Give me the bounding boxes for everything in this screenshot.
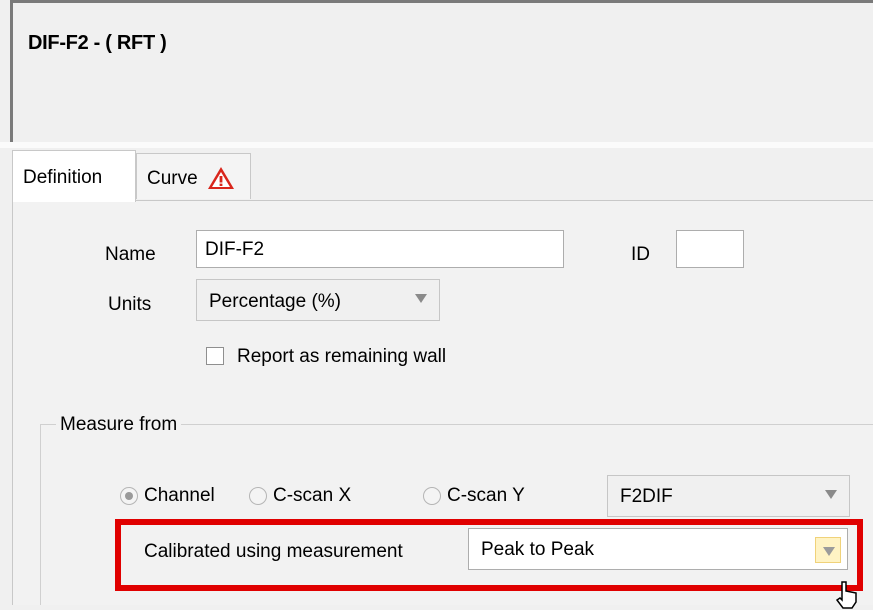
units-select[interactable]: Percentage (%)	[196, 279, 440, 321]
channel-select[interactable]: F2DIF	[607, 475, 850, 517]
name-value: DIF-F2	[205, 239, 265, 260]
name-label: Name	[105, 244, 156, 265]
tab-definition-label: Definition	[23, 167, 103, 188]
cscan-x-radio[interactable]	[249, 487, 267, 505]
title-panel	[10, 0, 873, 142]
report-remaining-wall-label: Report as remaining wall	[237, 346, 447, 367]
channel-radio-label: Channel	[144, 485, 215, 506]
units-value: Percentage (%)	[209, 291, 342, 312]
cscan-y-radio-label: C-scan Y	[447, 485, 525, 506]
window-title: DIF-F2 - ( RFT )	[28, 32, 167, 54]
name-input[interactable]: DIF-F2	[196, 230, 564, 268]
channel-value: F2DIF	[620, 486, 673, 507]
cscan-x-radio-label: C-scan X	[273, 485, 352, 506]
cscan-y-radio[interactable]	[423, 487, 441, 505]
tab-curve[interactable]: Curve	[136, 153, 251, 199]
tab-curve-label: Curve	[147, 168, 198, 189]
chevron-down-icon	[825, 490, 837, 499]
report-remaining-wall-checkbox[interactable]	[206, 347, 224, 365]
highlight-box	[115, 519, 863, 591]
units-label: Units	[108, 294, 152, 315]
warning-icon	[208, 167, 234, 189]
mouse-cursor-icon	[835, 581, 857, 609]
id-input[interactable]	[676, 230, 744, 268]
channel-radio[interactable]	[120, 487, 138, 505]
id-label: ID	[631, 244, 650, 265]
measure-from-title: Measure from	[56, 414, 182, 436]
chevron-down-icon	[415, 294, 427, 303]
tab-definition[interactable]: Definition	[12, 150, 136, 202]
